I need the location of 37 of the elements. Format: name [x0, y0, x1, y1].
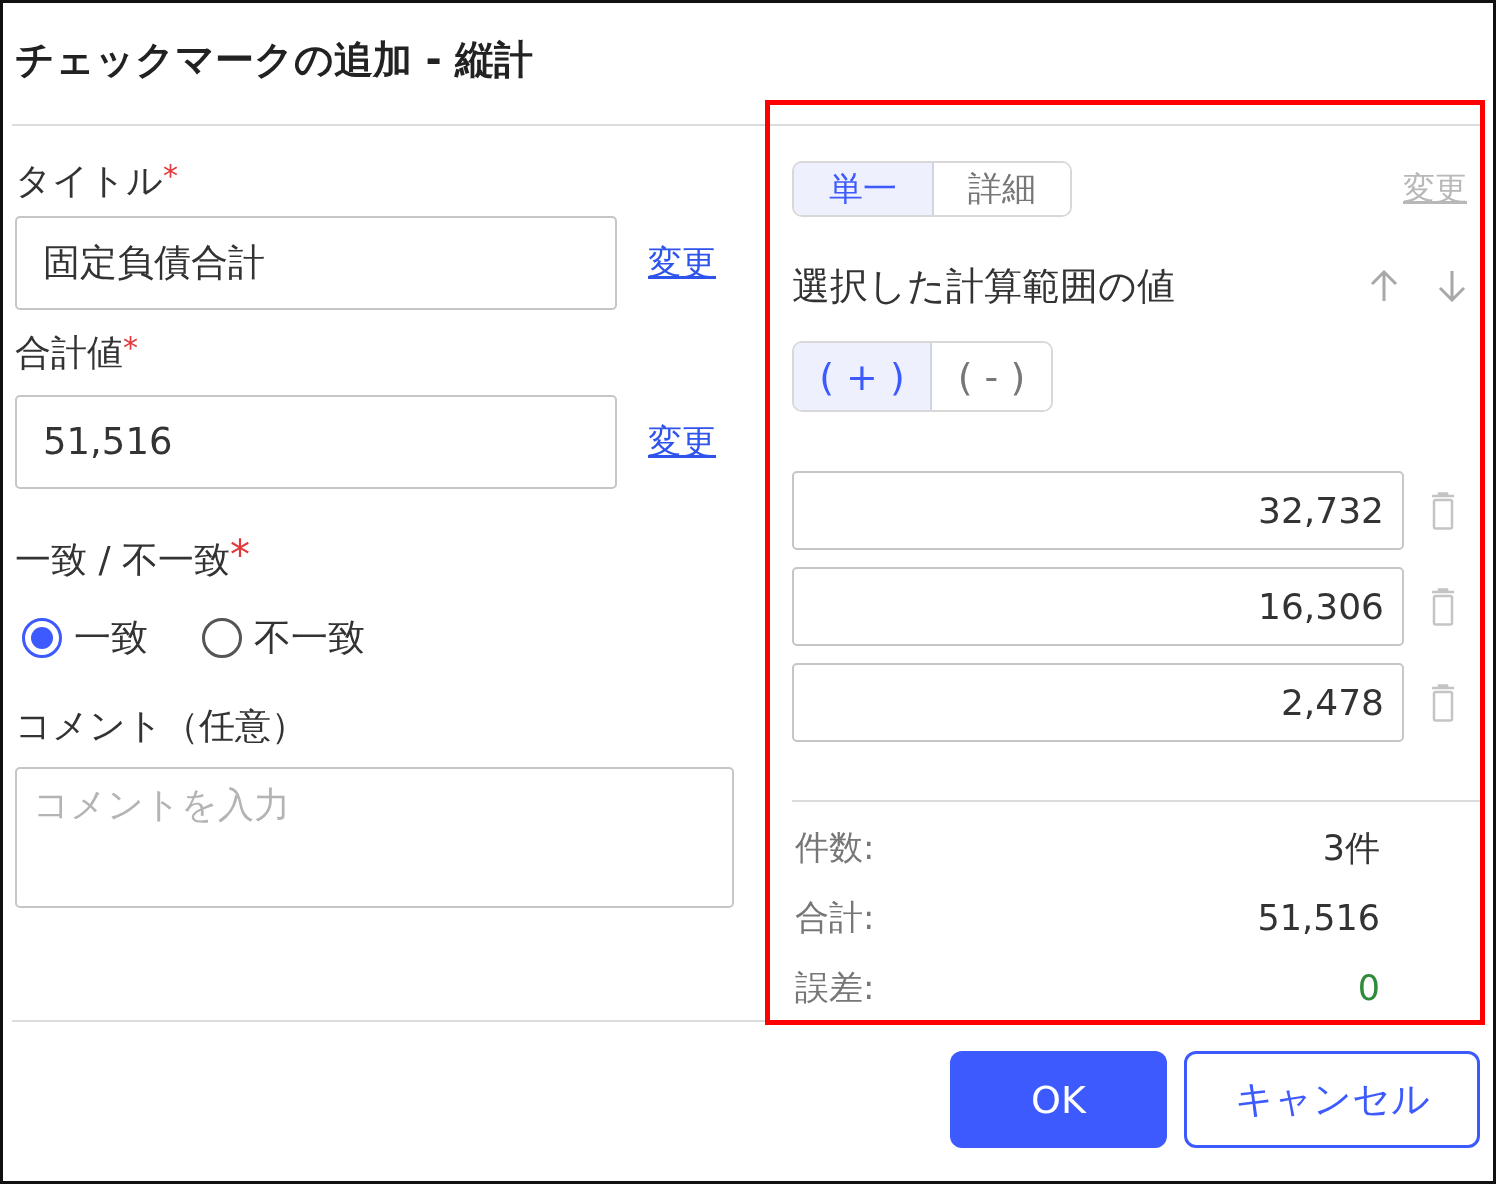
down-arrow-icon[interactable]: [1437, 270, 1467, 302]
value-field[interactable]: 2,478: [792, 663, 1404, 742]
up-arrow-icon[interactable]: [1369, 270, 1399, 302]
summary-value: 0: [1357, 968, 1380, 1008]
trash-icon[interactable]: [1430, 587, 1456, 626]
field-label: 合計値: [15, 331, 123, 375]
summary-label: 件数:: [794, 826, 875, 869]
text-field[interactable]: 固定負債合計: [15, 216, 617, 310]
change-link[interactable]: 変更: [648, 240, 716, 286]
summary-label: 誤差:: [794, 966, 875, 1009]
mode-tab[interactable]: 単一: [794, 163, 932, 215]
trash-icon[interactable]: [1430, 491, 1456, 530]
section-heading: 選択した計算範囲の値: [792, 262, 1175, 310]
cancel-button[interactable]: キャンセル: [1184, 1051, 1480, 1148]
trash-icon[interactable]: [1430, 683, 1456, 722]
value-field[interactable]: 16,306: [792, 567, 1404, 646]
summary-label: 合計:: [794, 896, 875, 939]
field-label: 一致 / 不一致: [15, 538, 230, 582]
field-label: タイトル: [15, 159, 163, 203]
text-field[interactable]: 51,516: [15, 395, 617, 489]
dialog-title: チェックマークの追加 - 縦計: [15, 36, 534, 84]
radio-button[interactable]: [202, 618, 242, 658]
required-mark: *: [123, 329, 138, 367]
ok-button[interactable]: OK: [950, 1051, 1167, 1148]
summary-value: 3件: [1322, 826, 1380, 870]
value-field[interactable]: 32,732: [792, 471, 1404, 550]
summary-value: 51,516: [1257, 898, 1380, 938]
radio-label[interactable]: 一致: [74, 613, 148, 663]
mode-tab[interactable]: 詳細: [932, 163, 1070, 215]
required-mark: *: [163, 157, 178, 195]
sign-tab[interactable]: ( + ): [794, 343, 930, 410]
radio-button[interactable]: [22, 618, 62, 658]
required-mark: *: [230, 535, 250, 575]
field-label: コメント（任意）: [15, 704, 307, 748]
radio-label[interactable]: 不一致: [254, 613, 365, 663]
change-link[interactable]: 変更: [648, 419, 716, 465]
sign-tab[interactable]: ( - ): [929, 343, 1051, 410]
